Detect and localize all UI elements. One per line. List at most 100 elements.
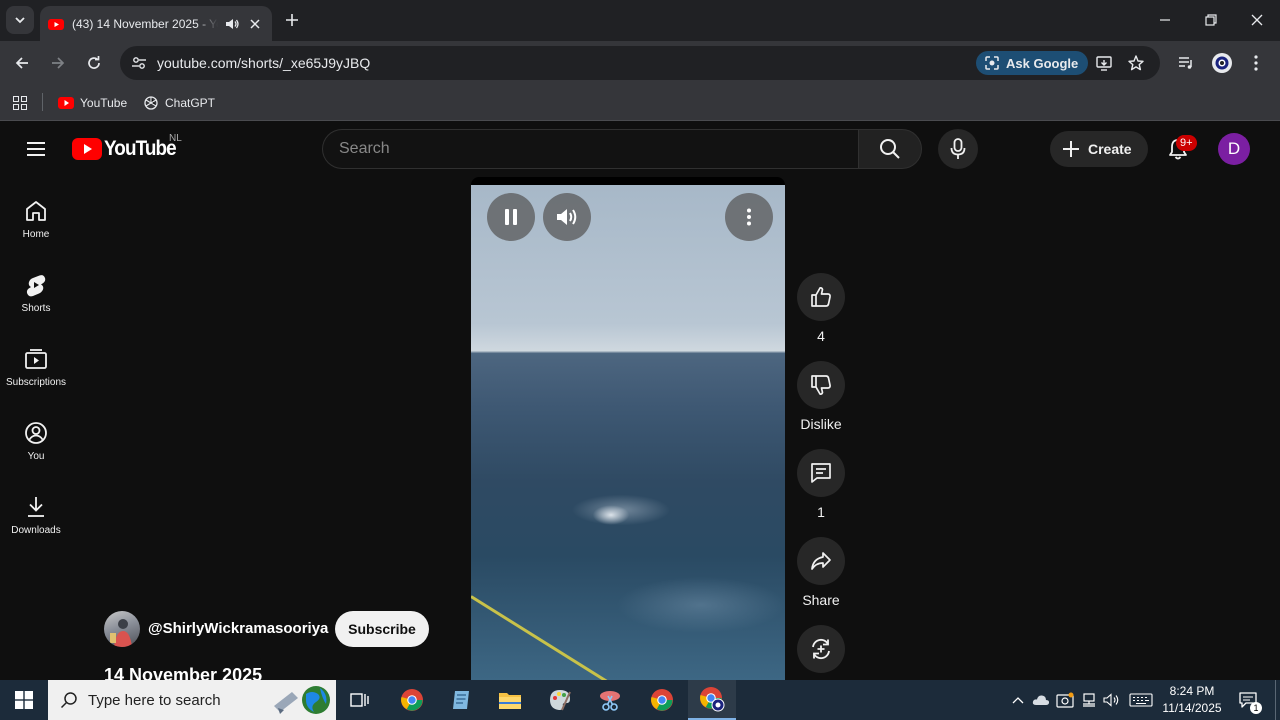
apps-button[interactable] — [10, 93, 30, 113]
back-button[interactable] — [8, 49, 36, 77]
taskbar-app-file-explorer[interactable] — [486, 680, 534, 720]
guide-item-downloads[interactable]: Downloads — [4, 479, 68, 553]
you-icon — [25, 422, 47, 444]
url-text[interactable]: youtube.com/shorts/_xe65J9yJBQ — [157, 55, 370, 71]
chrome-icon — [651, 689, 673, 711]
site-info-button[interactable] — [126, 50, 152, 76]
onedrive-tray-icon[interactable] — [1031, 690, 1051, 710]
taskbar-app-snipping-tool[interactable] — [586, 680, 634, 720]
chatgpt-icon — [144, 96, 158, 110]
shorts-video-player[interactable] — [471, 185, 785, 680]
youtube-logo-icon — [72, 138, 102, 160]
volume-tray-icon[interactable] — [1102, 690, 1122, 710]
youtube-logo[interactable]: YouTube — [72, 137, 184, 161]
guide-item-subscriptions[interactable]: Subscriptions — [4, 331, 68, 405]
task-view-icon — [350, 693, 369, 707]
taskbar-search-box[interactable]: Type here to search — [48, 680, 336, 720]
youtube-logo-text: YouTube — [104, 137, 177, 160]
apps-grid-icon — [13, 96, 27, 110]
forward-button[interactable] — [44, 49, 72, 77]
taskbar-app-notes[interactable] — [438, 680, 486, 720]
bookmark-star-button[interactable] — [1124, 51, 1148, 75]
minimize-window-button[interactable] — [1142, 0, 1188, 40]
network-tray-icon[interactable] — [1079, 690, 1099, 710]
notification-badge: 9+ — [1176, 135, 1197, 151]
security-tray-icon[interactable] — [1055, 690, 1075, 710]
search-button[interactable] — [858, 129, 922, 169]
show-desktop-button[interactable] — [1275, 680, 1280, 720]
address-bar[interactable]: youtube.com/shorts/_xe65J9yJBQ Ask Googl… — [120, 46, 1160, 80]
speaker-icon — [1103, 693, 1119, 707]
thumbs-up-icon — [811, 287, 831, 307]
guide-label: You — [27, 451, 45, 462]
notes-app-icon — [453, 691, 469, 709]
show-hidden-icons-button[interactable] — [1008, 690, 1028, 710]
youtube-favicon-icon — [58, 97, 74, 109]
like-button[interactable] — [797, 273, 845, 321]
reload-button[interactable] — [80, 49, 108, 77]
share-button[interactable] — [797, 537, 845, 585]
taskbar-app-chrome-active[interactable] — [688, 680, 736, 720]
guide-menu-button[interactable] — [16, 129, 56, 169]
new-tab-button[interactable] — [282, 10, 302, 30]
more-vertical-icon — [747, 208, 751, 226]
ask-google-label: Ask Google — [1006, 55, 1079, 71]
profile-button[interactable] — [1210, 51, 1234, 75]
microphone-icon — [950, 138, 966, 159]
pause-button[interactable] — [487, 193, 535, 241]
guide-item-shorts[interactable]: Shorts — [4, 257, 68, 331]
dislike-button[interactable] — [797, 361, 845, 409]
bookmark-chatgpt[interactable]: ChatGPT — [139, 91, 219, 115]
volume-button[interactable] — [543, 193, 591, 241]
taskbar-clock[interactable]: 8:24 PM 11/14/2025 — [1156, 683, 1228, 717]
guide-item-home[interactable]: Home — [4, 183, 68, 257]
thumbs-down-icon — [811, 375, 831, 395]
browser-tab-active[interactable]: (43) 14 November 2025 - YouTube — [40, 6, 272, 41]
player-more-button[interactable] — [725, 193, 773, 241]
google-lens-icon — [985, 56, 999, 70]
voice-search-button[interactable] — [938, 129, 978, 169]
channel-handle[interactable]: @ShirlyWickramasooriya — [148, 620, 328, 637]
tab-close-button[interactable] — [246, 15, 264, 33]
arrow-right-icon — [52, 57, 65, 69]
search-icon — [880, 139, 900, 159]
start-button[interactable] — [0, 680, 48, 720]
download-icon — [28, 497, 44, 517]
playlist-icon — [1179, 57, 1192, 69]
restore-icon — [1205, 14, 1217, 26]
star-icon — [1128, 55, 1144, 71]
install-app-button[interactable] — [1092, 51, 1116, 75]
plus-icon — [286, 14, 298, 26]
task-view-button[interactable] — [336, 680, 384, 720]
comments-button[interactable] — [797, 449, 845, 497]
close-window-button[interactable] — [1234, 0, 1280, 40]
browser-toolbar: youtube.com/shorts/_xe65J9yJBQ Ask Googl… — [0, 41, 1280, 85]
folder-icon — [499, 693, 521, 709]
channel-avatar[interactable] — [104, 611, 140, 647]
guide-label: Home — [22, 229, 50, 240]
action-center-count: 1 — [1250, 702, 1262, 714]
remix-button[interactable] — [797, 625, 845, 673]
account-avatar[interactable]: D — [1218, 133, 1250, 165]
search-input[interactable] — [323, 130, 859, 168]
clock-time: 8:24 PM — [1169, 684, 1215, 698]
profile-avatar-icon — [1212, 53, 1232, 73]
subscriptions-icon — [25, 349, 47, 369]
tab-search-button[interactable] — [6, 6, 34, 34]
taskbar-app-chrome[interactable] — [388, 680, 436, 720]
close-icon — [250, 18, 260, 29]
reading-list-button[interactable] — [1174, 51, 1198, 75]
taskbar-app-chrome-2[interactable] — [638, 680, 686, 720]
ask-google-button[interactable]: Ask Google — [976, 51, 1089, 75]
chrome-menu-button[interactable] — [1244, 51, 1268, 75]
tab-audio-playing-icon[interactable] — [224, 16, 240, 32]
tune-icon — [132, 57, 146, 69]
create-button[interactable]: Create — [1050, 131, 1148, 167]
taskbar-app-paint[interactable] — [536, 680, 584, 720]
country-code: NL — [169, 133, 182, 144]
bookmark-youtube[interactable]: YouTube — [54, 91, 131, 115]
guide-item-you[interactable]: You — [4, 405, 68, 479]
input-indicator-tray-icon[interactable] — [1128, 690, 1154, 710]
restore-window-button[interactable] — [1188, 0, 1234, 40]
subscribe-button[interactable]: Subscribe — [335, 611, 429, 647]
